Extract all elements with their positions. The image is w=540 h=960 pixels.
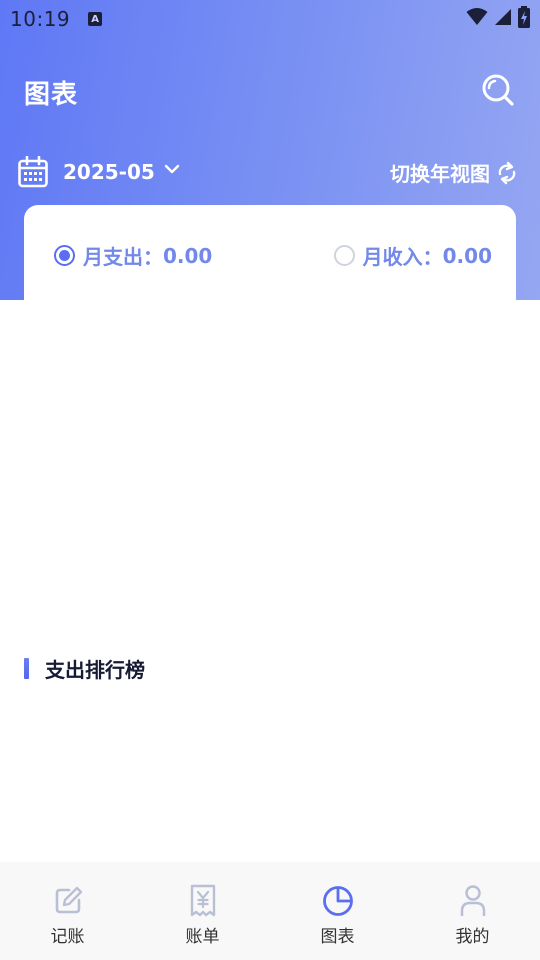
expense-label: 月支出： [83,245,163,269]
tab-charts[interactable]: 图表 [270,862,405,960]
refresh-icon [498,161,516,184]
pie-chart-icon [322,886,353,916]
tab-bills-label: 账单 [185,927,220,947]
expense-option[interactable]: 月支出： 0.00 [54,241,212,270]
section-title: 支出排行榜 [45,658,145,682]
tab-profile[interactable]: 我的 [405,862,540,960]
summary-card: 月支出： 0.00 月收入： 0.00 [24,205,516,315]
tab-charts-label: 图表 [320,927,355,947]
cell-signal-icon [495,9,511,25]
expense-radio[interactable] [54,245,75,266]
tab-record-label: 记账 [50,927,85,947]
income-radio[interactable] [333,245,355,266]
tab-profile-label: 我的 [455,927,490,947]
search-button[interactable] [480,70,516,110]
year-view-label: 切换年视图 [390,162,490,186]
calendar-icon[interactable] [18,156,48,188]
income-option[interactable]: 月收入： 0.00 [333,241,492,270]
wifi-icon [466,8,488,25]
search-icon [482,74,514,106]
selected-month[interactable]: 2025-05 [63,160,155,184]
tab-bills[interactable]: 账单 [135,862,270,960]
status-time: 10:19 [10,7,71,31]
edit-icon [55,886,82,914]
income-label: 月收入： [362,245,443,269]
chevron-down-icon[interactable] [164,163,180,175]
expense-value: 0.00 [163,243,213,268]
income-value: 0.00 [442,243,492,268]
user-icon [460,885,485,916]
battery-charging-icon [518,6,530,28]
status-bar: 10:19 A [0,0,540,38]
page-title: 图表 [24,80,79,110]
expense-ranking-header: 支出排行榜 [24,654,145,683]
status-icons [466,6,530,28]
receipt-icon [190,884,215,917]
year-view-toggle[interactable]: 切换年视图 [390,158,518,187]
tab-record[interactable]: 记账 [0,862,135,960]
section-accent-bar [24,658,29,679]
title-row: 图表 [24,70,516,114]
bottom-tab-bar: 记账 账单 图表 我的 [0,862,540,960]
date-selector-row: 2025-05 切换年视图 [18,154,522,190]
a-letter-icon: A [88,12,103,26]
